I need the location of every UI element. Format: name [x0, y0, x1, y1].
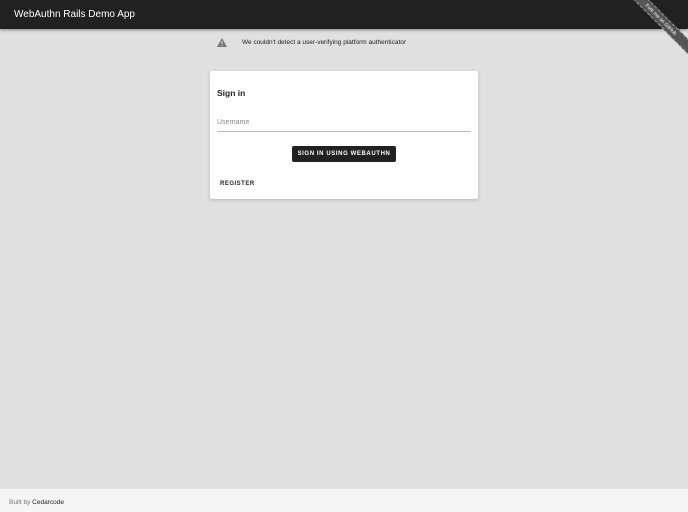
warning-text: We couldn't detect a user-verifying plat…: [242, 39, 407, 46]
username-field: [217, 111, 471, 132]
fork-on-github-ribbon[interactable]: Fork me on GitHub: [628, 0, 688, 60]
app-title[interactable]: WebAuthn Rails Demo App: [14, 9, 135, 20]
top-app-bar: WebAuthn Rails Demo App: [0, 0, 688, 29]
github-ribbon-container: Fork me on GitHub: [628, 0, 688, 60]
register-button[interactable]: REGISTER: [220, 181, 255, 187]
footer-prefix: Built by: [9, 499, 31, 506]
warning-icon: [217, 38, 227, 47]
footer: Built by Cedarcode: [0, 489, 688, 512]
cedarcode-link[interactable]: Cedarcode: [32, 499, 64, 506]
card-title: Sign in: [217, 88, 246, 98]
username-input[interactable]: [217, 119, 471, 126]
sign-in-card: Sign in SIGN IN USING WEBAUTHN REGISTER: [210, 71, 478, 199]
sign-in-webauthn-button[interactable]: SIGN IN USING WEBAUTHN: [292, 146, 396, 162]
authenticator-warning: We couldn't detect a user-verifying plat…: [217, 38, 406, 47]
